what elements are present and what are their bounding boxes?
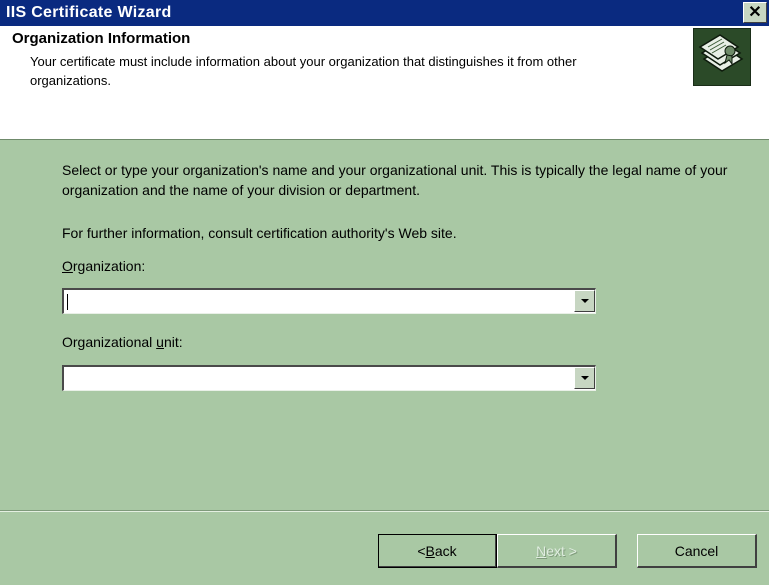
wizard-content: Select or type your organization's name … (0, 140, 769, 535)
organization-dropdown-button[interactable] (574, 290, 595, 312)
info-text: For further information, consult certifi… (62, 225, 457, 241)
footer-divider (0, 510, 769, 512)
page-subtitle: Your certificate must include informatio… (30, 54, 577, 88)
window-title: IIS Certificate Wizard (6, 4, 172, 21)
organizational-unit-combobox[interactable] (62, 365, 596, 391)
organization-mnemonic: O (62, 258, 73, 274)
organization-input[interactable] (64, 290, 573, 313)
back-button[interactable]: < Back (378, 534, 497, 568)
close-icon: ✕ (748, 3, 762, 21)
text-cursor (67, 294, 68, 310)
certificate-wizard-icon (693, 28, 751, 86)
title-bar[interactable]: IIS Certificate Wizard ✕ (0, 0, 769, 26)
instructions-text: Select or type your organization's name … (62, 162, 728, 198)
organizational-unit-label: Organizational unit: (62, 334, 183, 350)
organizational-unit-input[interactable] (64, 367, 573, 390)
close-button[interactable]: ✕ (743, 2, 767, 23)
organization-combobox[interactable] (62, 288, 596, 314)
organizational-unit-dropdown-button[interactable] (574, 367, 595, 389)
unit-mnemonic: u (156, 334, 164, 350)
chevron-down-icon (580, 375, 589, 380)
page-title: Organization Information (12, 30, 191, 47)
cancel-button[interactable]: Cancel (637, 534, 757, 568)
next-button[interactable]: Next > (497, 534, 617, 568)
chevron-down-icon (580, 298, 589, 303)
organization-label: Organization: (62, 258, 146, 274)
iis-certificate-wizard-window: IIS Certificate Wizard ✕ Organization In… (0, 0, 769, 585)
wizard-header: Organization Information Your certificat… (0, 26, 769, 140)
